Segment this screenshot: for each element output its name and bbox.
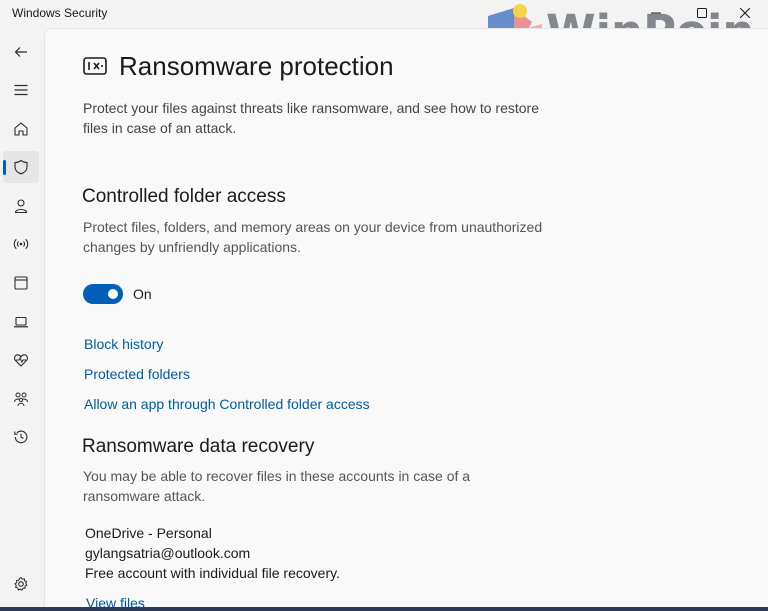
taskbar-edge — [0, 607, 768, 611]
nav-item-virus-protection[interactable] — [3, 151, 39, 183]
home-icon — [14, 122, 28, 136]
account-email: gylangsatria@outlook.com — [85, 545, 251, 561]
history-icon — [14, 430, 28, 444]
ransomware-icon — [83, 57, 107, 75]
nav-item-firewall[interactable] — [3, 228, 39, 260]
protected-folders-link[interactable]: Protected folders — [84, 366, 190, 382]
content-panel: Ransomware protection Protect your files… — [44, 28, 768, 607]
nav-item-app-browser-control[interactable] — [3, 267, 39, 299]
app-browser-icon — [14, 276, 28, 290]
gear-icon — [14, 577, 28, 591]
account-type: Free account with individual file recove… — [85, 565, 340, 581]
heart-pulse-icon — [14, 354, 28, 367]
back-button[interactable] — [3, 36, 39, 68]
menu-icon — [14, 84, 28, 96]
network-icon — [13, 238, 29, 250]
view-files-link[interactable]: View files — [86, 595, 145, 607]
recovery-section-title: Ransomware data recovery — [82, 436, 315, 457]
person-icon — [14, 199, 28, 214]
shield-icon — [14, 159, 28, 175]
nav-item-family-options[interactable] — [3, 383, 39, 415]
cfa-toggle-label: On — [133, 286, 152, 302]
back-arrow-icon — [14, 47, 27, 57]
active-indicator — [3, 160, 6, 175]
nav-rail — [0, 28, 42, 607]
allow-app-link[interactable]: Allow an app through Controlled folder a… — [84, 396, 370, 412]
nav-item-home[interactable] — [3, 113, 39, 145]
menu-button[interactable] — [3, 74, 39, 106]
nav-item-device-health[interactable] — [3, 344, 39, 376]
nav-item-device-security[interactable] — [3, 306, 39, 338]
app-title: Windows Security — [12, 6, 108, 20]
toggle-knob — [108, 289, 118, 299]
nav-item-protection-history[interactable] — [3, 421, 39, 453]
app-window: Windows Security WinPoin — [0, 0, 768, 607]
laptop-icon — [14, 316, 28, 328]
cfa-toggle-switch[interactable] — [83, 284, 123, 304]
family-icon — [14, 392, 28, 407]
page-title: Ransomware protection — [119, 51, 394, 81]
cfa-description: Protect files, folders, and memory areas… — [83, 219, 543, 255]
nav-item-settings[interactable] — [3, 568, 39, 600]
nav-item-account-protection[interactable] — [3, 190, 39, 222]
block-history-link[interactable]: Block history — [84, 336, 163, 352]
page-description: Protect your files against threats like … — [83, 100, 539, 136]
recovery-description: You may be able to recover files in thes… — [83, 468, 471, 504]
account-name: OneDrive - Personal — [85, 525, 212, 541]
cfa-section-title: Controlled folder access — [82, 186, 286, 207]
